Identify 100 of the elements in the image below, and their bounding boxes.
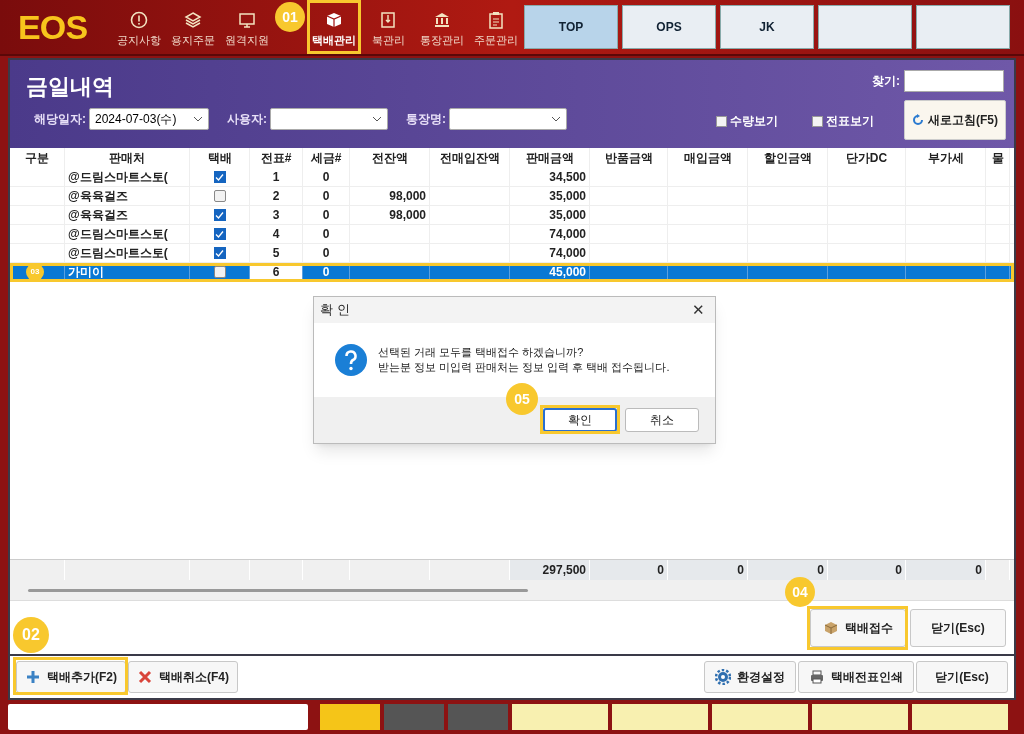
close-button[interactable]: 닫기(Esc) [910, 608, 1006, 647]
courier-receipt-button[interactable]: 택배접수 [810, 608, 906, 647]
filter-label: 해당일자: [34, 111, 86, 128]
table-cell: 74,000 [510, 244, 590, 262]
total-cell: 297,500 [510, 560, 590, 580]
alert-icon [130, 10, 148, 29]
total-cell: 0 [590, 560, 668, 580]
table-cell: 0 [303, 168, 350, 186]
checkbox[interactable] [213, 171, 226, 183]
table-cell: 35,000 [510, 187, 590, 205]
table-cell: 0 [303, 206, 350, 224]
checkbox[interactable] [213, 266, 226, 278]
top-tab[interactable]: JK [720, 5, 814, 49]
dialog-message: 선택된 거래 모두를 택배접수 하겠습니까? [378, 345, 585, 360]
checkbox[interactable] [213, 190, 226, 202]
scrollbar-thumb[interactable] [28, 588, 528, 592]
table-cell: 0 [303, 187, 350, 205]
table-cell: 4 [250, 225, 303, 243]
table-cell: 3 [250, 206, 303, 224]
checkbox[interactable] [213, 209, 226, 221]
clipboard-icon [487, 10, 505, 29]
app-logo: EOS [18, 6, 89, 48]
total-cell: 0 [828, 560, 906, 580]
plus-icon [25, 669, 41, 685]
menu-item[interactable]: 주문관리 [472, 10, 520, 50]
package-icon [823, 619, 839, 636]
menu-item[interactable]: 택배관리 [310, 10, 358, 50]
menu-item[interactable]: 북관리 [364, 10, 412, 50]
input-field[interactable] [8, 704, 308, 730]
total-cell: 0 [668, 560, 748, 580]
refresh-button[interactable]: 새로고침(F5) [904, 100, 1006, 140]
chevron-down-icon [372, 116, 382, 122]
toolbar-button[interactable]: 택배취소(F4) [128, 661, 238, 693]
dropdown-field[interactable]: 2024-07-03(수) [89, 108, 209, 130]
table-cell: @드림스마트스토( [65, 244, 190, 262]
close-button[interactable]: ✕ [688, 298, 709, 322]
layers-icon [184, 10, 202, 29]
checkbox[interactable]: 전표보기 [812, 112, 874, 130]
toolbar-button[interactable]: 환경설정 [704, 661, 796, 693]
chevron-down-icon [193, 116, 203, 122]
gear-icon [715, 669, 731, 685]
menu-item[interactable]: 원격지원 [223, 10, 271, 50]
total-cell: 0 [748, 560, 828, 580]
table-cell: 2 [250, 187, 303, 205]
chevron-down-icon [551, 116, 561, 122]
table-cell: 74,000 [510, 225, 590, 243]
checkbox[interactable]: 수량보기 [716, 112, 778, 130]
printer-icon [809, 669, 825, 685]
table-cell: @육육걸즈 [65, 187, 190, 205]
dropdown-field[interactable] [270, 108, 388, 130]
table-row[interactable]: @드림스마트스토( 5 0 74,000 [10, 244, 1014, 263]
monitor-icon [238, 10, 256, 29]
cross-icon [137, 669, 153, 685]
table-cell: 0 [303, 263, 350, 281]
checkbox[interactable] [213, 247, 226, 259]
table-cell: @드림스마트스토( [65, 168, 190, 186]
table-cell: 35,000 [510, 206, 590, 224]
toolbar-button[interactable]: 택배전표인쇄 [798, 661, 914, 693]
search-label: 찾기: [872, 73, 900, 90]
dialog-button[interactable]: 확인 [543, 408, 617, 432]
checkbox[interactable] [213, 228, 226, 240]
table-cell: 0 [303, 225, 350, 243]
filter-label: 사용자: [227, 111, 267, 128]
window-title: 금일내역 [26, 73, 114, 101]
top-tab[interactable]: TOP [524, 5, 618, 49]
refresh-icon [912, 114, 924, 126]
table-row[interactable]: @드림스마트스토( 4 0 74,000 [10, 225, 1014, 244]
table-cell: 0 [303, 244, 350, 262]
filter-label: 통장명: [406, 111, 446, 128]
dialog-message: 받는분 정보 미입력 판매처는 정보 입력 후 택배 접수됩니다. [378, 360, 670, 375]
blank-tab[interactable] [818, 5, 912, 49]
table-cell: 가미이 [65, 263, 190, 281]
table-cell: 34,500 [510, 168, 590, 186]
toolbar-button[interactable]: 닫기(Esc) [916, 661, 1008, 693]
menu-item[interactable]: 통장관리 [418, 10, 466, 50]
dialog-button[interactable]: 취소 [625, 408, 699, 432]
search-field[interactable] [904, 70, 1004, 92]
callout-frame [307, 0, 361, 54]
box-icon [325, 10, 343, 29]
table-row[interactable]: @육육걸즈 2 0 98,000 35,000 [10, 187, 1014, 206]
bank-icon [433, 10, 451, 29]
dropdown-field[interactable] [449, 108, 567, 130]
table-cell: @육육걸즈 [65, 206, 190, 224]
book-icon [379, 10, 397, 29]
table-cell: 5 [250, 244, 303, 262]
toolbar-button[interactable]: 택배추가(F2) [16, 661, 126, 693]
menu-item[interactable]: 용지주문 [169, 10, 217, 50]
table-cell: @드림스마트스토( [65, 225, 190, 243]
table-cell: 1 [250, 168, 303, 186]
table-row[interactable]: @육육걸즈 3 0 98,000 35,000 [10, 206, 1014, 225]
top-tab[interactable]: OPS [622, 5, 716, 49]
total-cell: 0 [906, 560, 986, 580]
menu-item[interactable]: 공지사항 [115, 10, 163, 50]
table-row[interactable]: @드림스마트스토( 1 0 34,500 [10, 168, 1014, 187]
table-cell: 98,000 [350, 206, 430, 224]
blank-tab[interactable] [916, 5, 1010, 49]
table-cell: 45,000 [510, 263, 590, 281]
table-cell: 98,000 [350, 187, 430, 205]
question-icon [334, 343, 368, 377]
dialog-title: 확 인 [320, 301, 350, 320]
